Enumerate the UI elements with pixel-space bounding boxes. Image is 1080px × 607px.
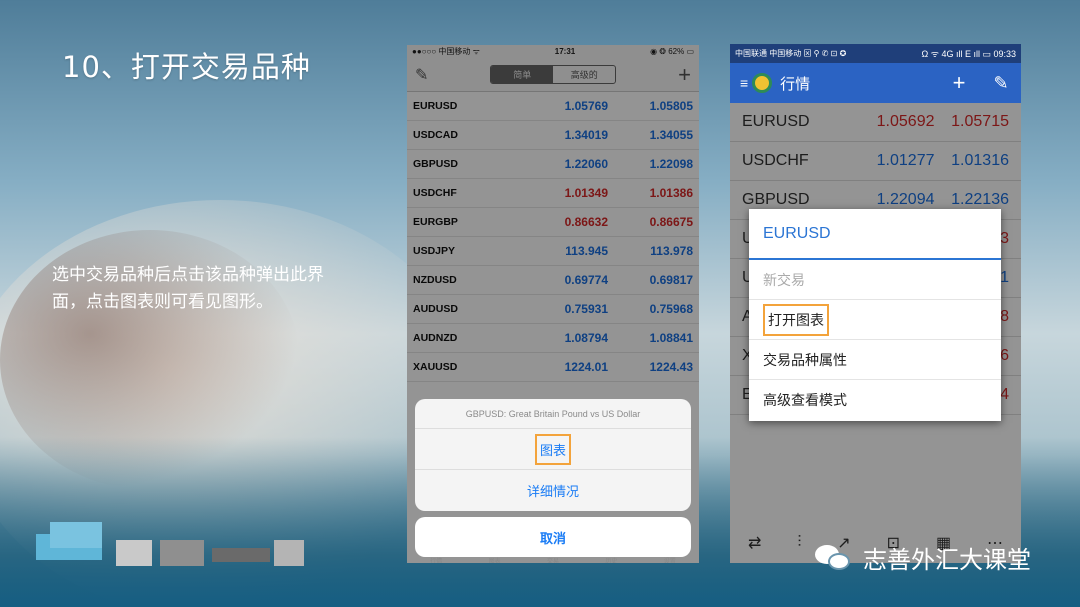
symbol-properties-item[interactable]: 交易品种属性 xyxy=(749,340,1001,380)
add-symbol-icon[interactable]: + xyxy=(949,70,969,96)
new-order-item[interactable]: 新交易 xyxy=(749,260,1001,300)
ios-tab-bar: 行情 图表 交易 历史 设置 xyxy=(407,556,699,563)
app-logo-icon xyxy=(752,73,773,93)
android-phone-screenshot: 中国联通 中国移动 ⊠ ⚲ ✆ ⊡ ✪ Ω ᯤ 4G ıll E ıll ▭ 0… xyxy=(730,44,1021,563)
android-status-bar: 中国联通 中国移动 ⊠ ⚲ ✆ ⊡ ✪ Ω ᯤ 4G ıll E ıll ▭ 0… xyxy=(730,44,1021,63)
chart-button[interactable]: 图表 xyxy=(415,429,691,470)
android-status-right: Ω ᯤ 4G ıll E ıll ▭ 09:33 xyxy=(921,49,1016,59)
watermark-text: 志善外汇大课堂 xyxy=(863,546,1031,574)
menu-icon[interactable]: ≡ xyxy=(740,75,748,91)
tab-bar-item[interactable]: 行情 xyxy=(430,556,442,563)
slide-description: 选中交易品种后点击该品种弹出此界面，点击图表则可看见图形。 xyxy=(52,265,324,312)
android-app-title: 行情 xyxy=(780,75,811,93)
ios-phone-screenshot: ●●○○○ 中国移动 ᯤ 17:31 ◉ ❂ 62% ▭ ✎ 简单 高级的 + … xyxy=(407,45,699,563)
tab-bar-item[interactable]: 历史 xyxy=(605,556,617,563)
slide-title: 10、打开交易品种 xyxy=(62,50,311,84)
symbol-context-dialog: EURUSD 新交易 打开图表 交易品种属性 高级查看模式 xyxy=(749,209,1001,421)
advanced-view-item[interactable]: 高级查看模式 xyxy=(749,380,1001,420)
edit-icon[interactable]: ✎ xyxy=(991,73,1011,94)
dialog-title: EURUSD xyxy=(749,209,1001,260)
details-button[interactable]: 详细情况 xyxy=(415,470,691,511)
android-app-bar: ≡ 行情 + ✎ xyxy=(730,63,1021,103)
tab-bar-item[interactable]: 设置 xyxy=(664,556,676,563)
open-chart-label: 打开图表 xyxy=(763,303,829,336)
pixelated-logo xyxy=(36,522,306,582)
open-chart-item[interactable]: 打开图表 xyxy=(749,300,1001,340)
cancel-button[interactable]: 取消 xyxy=(415,517,691,557)
ios-action-sheet: GBPUSD: Great Britain Pound vs US Dollar… xyxy=(415,399,691,511)
tab-bar-item[interactable]: 图表 xyxy=(489,556,501,563)
action-sheet-title: GBPUSD: Great Britain Pound vs US Dollar xyxy=(415,399,691,429)
android-status-left: 中国联通 中国移动 ⊠ ⚲ ✆ ⊡ ✪ xyxy=(735,49,847,58)
wechat-icon xyxy=(815,543,853,573)
chart-button-label: 图表 xyxy=(534,433,571,465)
tab-bar-item[interactable]: 交易 xyxy=(547,556,559,563)
wechat-watermark: 志善外汇大课堂 xyxy=(815,540,1031,575)
